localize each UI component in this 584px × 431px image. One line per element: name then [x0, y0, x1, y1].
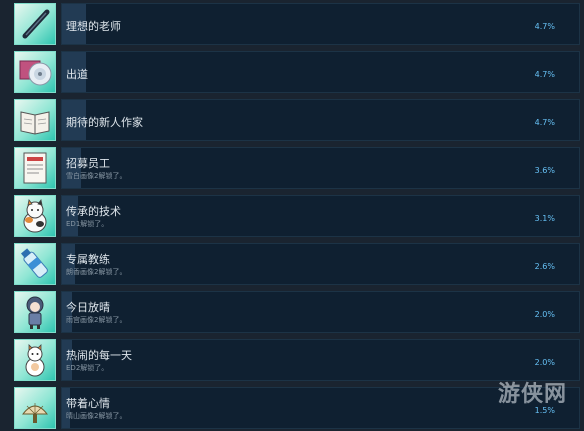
achievement-row[interactable]: 传承的技术 ED1解锁了。 3.1%	[0, 195, 584, 239]
cd-disc-icon	[14, 51, 56, 93]
achievement-row[interactable]: 专属教练朗香画像2解锁了。 2.6%	[0, 243, 584, 287]
achievement-title: 传承的技术	[66, 205, 121, 218]
unlock-percent: 2.0%	[534, 310, 555, 319]
achievement-panel: 理想的老师 4.7%	[61, 3, 580, 45]
chibi-girl-icon	[14, 291, 56, 333]
calico-cat-icon	[14, 195, 56, 237]
open-book-icon	[14, 99, 56, 141]
achievement-title: 带着心情	[66, 397, 110, 410]
unlock-percent: 4.7%	[534, 70, 555, 79]
achievement-panel: 专属教练朗香画像2解锁了。 2.6%	[61, 243, 580, 285]
achievement-panel: 今日放晴雨宫画像2解锁了。 2.0%	[61, 291, 580, 333]
water-bottle-icon	[14, 243, 56, 285]
achievement-title: 热闹的每一天	[66, 349, 132, 362]
achievement-description: 雪白画像2解锁了。	[66, 172, 127, 180]
site-watermark: 游侠网	[498, 382, 568, 407]
achievement-row[interactable]: 带着心情 晴山画像2解锁了。 1.5%	[0, 387, 584, 431]
unlock-percent: 3.6%	[534, 166, 555, 175]
achievement-row[interactable]: 理想的老师 4.7%	[0, 3, 584, 47]
baton-icon	[14, 3, 56, 45]
achievement-title: 理想的老师	[66, 20, 121, 33]
unlock-percent: 3.1%	[534, 214, 555, 223]
achievement-row[interactable]: 今日放晴雨宫画像2解锁了。 2.0%	[0, 291, 584, 335]
achievement-row[interactable]: 招募员工雪白画像2解锁了。 3.6%	[0, 147, 584, 191]
achievement-description: 朗香画像2解锁了。	[66, 268, 127, 276]
achievement-row[interactable]: 期待的新人作家 4.7%	[0, 99, 584, 143]
unlock-percent: 4.7%	[534, 118, 555, 127]
achievement-panel: 出道 4.7%	[61, 51, 580, 93]
hand-fan-icon	[14, 387, 56, 429]
achievement-title: 专属教练	[66, 253, 110, 266]
achievement-panel: 传承的技术 ED1解锁了。 3.1%	[61, 195, 580, 237]
achievement-panel: 热闹的每一天 ED2解锁了。 2.0%	[61, 339, 580, 381]
achievement-row[interactable]: 出道 4.7%	[0, 51, 584, 95]
achievement-description: 晴山画像2解锁了。	[66, 412, 127, 420]
achievement-row[interactable]: 热闹的每一天 ED2解锁了。 2.0%	[0, 339, 584, 383]
achievement-title: 今日放晴	[66, 301, 110, 314]
achievement-title: 出道	[66, 68, 88, 81]
achievement-description: ED2解锁了。	[66, 364, 109, 372]
achievement-panel: 期待的新人作家 4.7%	[61, 99, 580, 141]
recruit-poster-icon	[14, 147, 56, 189]
unlock-percent: 4.7%	[534, 22, 555, 31]
unlock-percent: 2.0%	[534, 358, 555, 367]
achievement-title: 招募员工	[66, 157, 110, 170]
unlock-percent: 2.6%	[534, 262, 555, 271]
achievement-description: 雨宫画像2解锁了。	[66, 316, 127, 324]
achievement-title: 期待的新人作家	[66, 116, 143, 129]
cat-figure-icon	[14, 339, 56, 381]
achievement-panel: 招募员工雪白画像2解锁了。 3.6%	[61, 147, 580, 189]
achievement-description: ED1解锁了。	[66, 220, 109, 228]
